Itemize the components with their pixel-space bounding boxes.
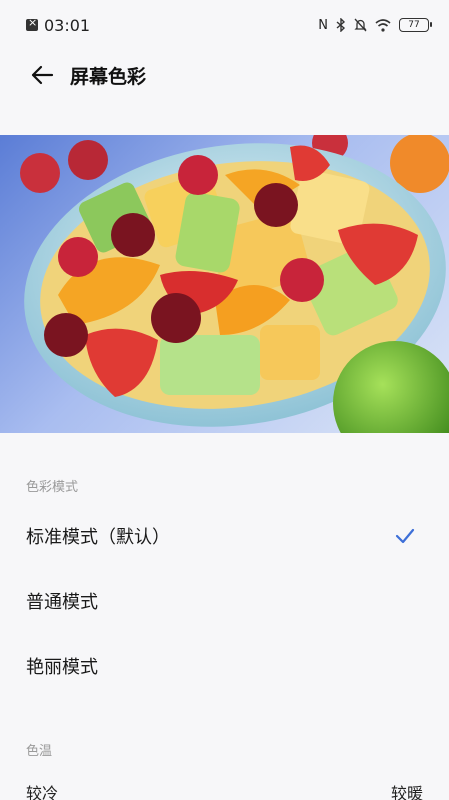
option-label: 艳丽模式 [26,657,98,678]
color-mode-option-vivid[interactable]: 艳丽模式 [0,636,449,696]
battery-icon: 77 [399,18,432,32]
option-label: 普通模式 [26,592,98,613]
arrow-left-icon [31,65,54,85]
color-mode-option-standard[interactable]: 标准模式（默认） [0,506,449,566]
color-mode-section-label: 色彩模式 [26,480,79,495]
color-mode-option-normal[interactable]: 普通模式 [0,571,449,631]
color-preview-image [0,135,449,433]
page-title: 屏幕色彩 [70,65,147,88]
nfc-icon: N [318,17,328,33]
temperature-cool-label: 较冷 [26,784,59,800]
mute-icon [354,18,367,32]
color-temperature-labels: 较冷 较暖 [26,780,423,800]
wifi-icon [375,18,391,32]
fruit-salad-illustration [20,135,449,433]
option-label: 标准模式（默认） [26,527,170,548]
check-icon [395,528,415,544]
bluetooth-icon [336,18,346,32]
status-bar: 03:01 N 77 [0,0,449,50]
app-header: 屏幕色彩 [0,50,449,100]
color-temperature-section-label: 色温 [26,744,53,759]
status-time: 03:01 [44,15,91,35]
temperature-warm-label: 较暖 [390,784,423,800]
back-button[interactable] [22,55,62,95]
battery-level: 77 [408,20,420,30]
notification-icon [26,16,38,31]
